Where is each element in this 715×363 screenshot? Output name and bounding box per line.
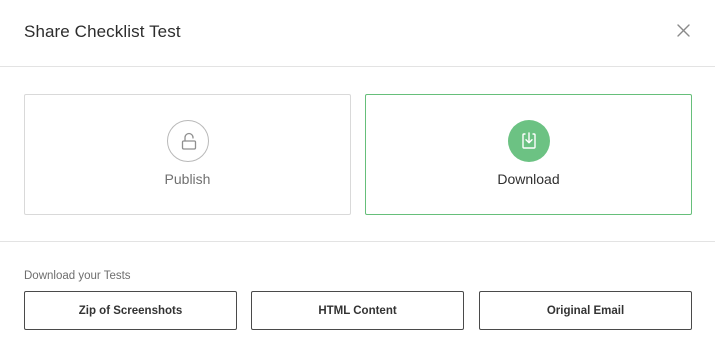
- close-button[interactable]: [674, 21, 694, 41]
- modal-title: Share Checklist Test: [24, 22, 181, 41]
- download-section-label: Download your Tests: [24, 270, 131, 282]
- zip-of-screenshots-button[interactable]: Zip of Screenshots: [24, 291, 237, 330]
- close-icon: [677, 24, 690, 37]
- share-options: Publish Download: [0, 67, 715, 242]
- original-email-button[interactable]: Original Email: [479, 291, 692, 330]
- download-label: Download: [497, 171, 560, 187]
- publish-label: Publish: [164, 171, 211, 187]
- share-modal: Share Checklist Test Publish Download Do…: [0, 0, 715, 363]
- modal-header: Share Checklist Test: [0, 0, 715, 67]
- download-icon: [507, 120, 550, 162]
- lock-icon: [166, 120, 209, 162]
- download-option[interactable]: Download: [365, 94, 692, 215]
- html-content-button[interactable]: HTML Content: [251, 291, 464, 330]
- publish-option[interactable]: Publish: [24, 94, 351, 215]
